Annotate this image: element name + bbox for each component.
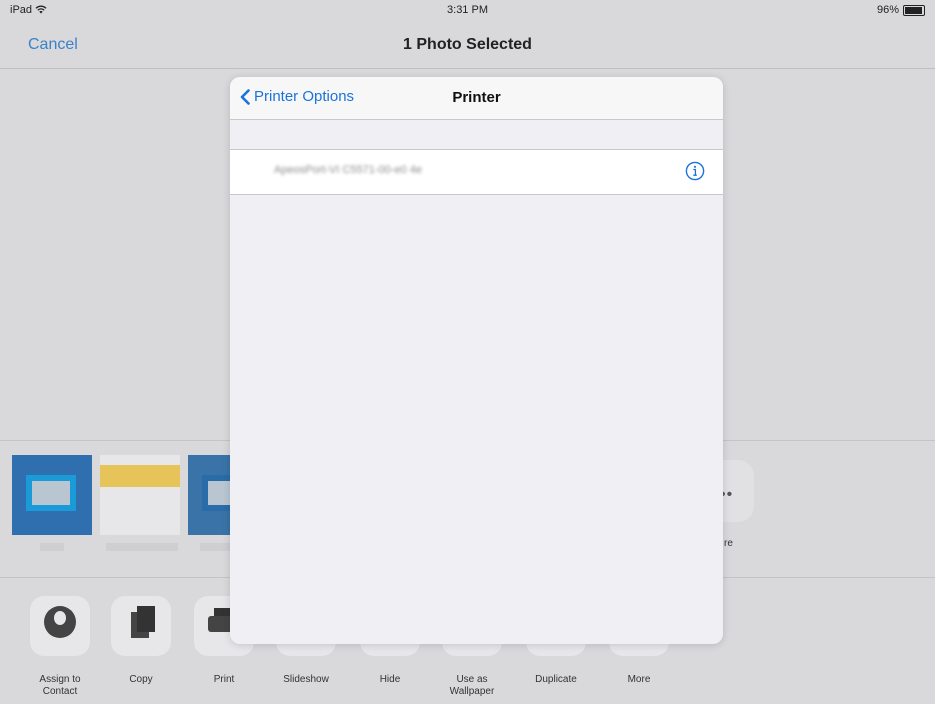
action-label: Print <box>213 674 235 685</box>
info-icon[interactable] <box>685 161 705 181</box>
action-label: Slideshow <box>283 674 329 685</box>
action-label: Use as Wallpaper <box>449 674 495 697</box>
share-target-app-icon[interactable] <box>100 455 180 535</box>
copy-icon <box>111 596 171 656</box>
battery-level-fill <box>905 6 922 14</box>
popover-title: Printer <box>452 89 501 106</box>
share-target-app-icon[interactable] <box>12 455 92 535</box>
action-label: Assign to Contact <box>39 674 81 697</box>
navigation-bar: Cancel 1 Photo Selected <box>0 22 935 69</box>
share-target-label-placeholder <box>106 543 178 551</box>
battery-percent: 96% <box>876 4 899 16</box>
printer-popover: Printer Options Printer ApeosPort-VI C55… <box>230 77 723 644</box>
share-more-label: re <box>724 538 733 549</box>
status-time: 3:31 PM <box>447 4 488 16</box>
battery-icon <box>903 4 925 16</box>
action-label: Duplicate <box>535 674 577 685</box>
action-label: More <box>627 674 651 685</box>
page-title: 1 Photo Selected <box>403 36 532 53</box>
printer-list-item[interactable]: ApeosPort-VI C5571-00-e0 4e <box>230 149 723 195</box>
status-bar: iPad 3:31 PM 96% <box>0 0 935 22</box>
battery-status: 96% <box>877 4 925 16</box>
contact-icon <box>30 596 90 656</box>
action-label: Copy <box>129 674 153 685</box>
share-target-label-placeholder <box>40 543 64 551</box>
action-label: Hide <box>379 674 401 685</box>
share-target-label-placeholder <box>200 543 230 551</box>
printer-name: ApeosPort-VI C5571-00-e0 4e <box>274 164 422 176</box>
popover-header: Printer Options Printer <box>230 77 723 120</box>
action-copy[interactable]: Copy <box>107 596 175 686</box>
action-assign-to-contact[interactable]: Assign to Contact <box>26 596 94 698</box>
